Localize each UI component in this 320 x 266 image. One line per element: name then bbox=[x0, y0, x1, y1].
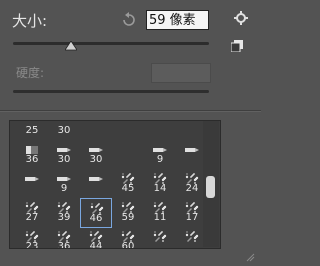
brush-preset-cell[interactable] bbox=[144, 227, 176, 248]
size-input[interactable]: 59 像素 bbox=[146, 10, 209, 30]
brush-size-label: 27 bbox=[25, 212, 39, 223]
brush-tip-icon bbox=[152, 120, 168, 127]
brush-size-label: 39 bbox=[57, 212, 71, 223]
brush-size-label: 14 bbox=[153, 183, 167, 194]
brush-preset-cell[interactable]: 46 bbox=[80, 198, 112, 228]
brush-size-label: 46 bbox=[89, 213, 103, 224]
gear-icon[interactable] bbox=[234, 11, 248, 25]
brush-size-label: 59 bbox=[121, 212, 135, 223]
hardness-label: 硬度: bbox=[16, 66, 45, 80]
brush-size-label: 25 bbox=[25, 125, 39, 136]
brush-tip-icon bbox=[88, 120, 104, 127]
scrollbar-thumb[interactable] bbox=[206, 176, 215, 198]
brush-size-label: 30 bbox=[57, 154, 71, 165]
size-slider-thumb[interactable] bbox=[65, 41, 77, 51]
brush-preset-cell[interactable]: 11 bbox=[144, 198, 176, 228]
brush-tip-icon bbox=[184, 120, 200, 127]
brush-tip-icon bbox=[25, 177, 39, 181]
brush-size-label: 9 bbox=[60, 183, 68, 194]
hardness-input[interactable] bbox=[151, 63, 211, 83]
size-label: 大小: bbox=[12, 12, 48, 30]
brush-preset-grid: 25 30 36 30 30 9 9 45 14 24 27 39 46 59 11 17 23 36 44 60 bbox=[9, 120, 221, 249]
divider-highlight bbox=[0, 111, 261, 112]
brush-preset-cell[interactable]: 44 bbox=[80, 227, 112, 249]
brush-preset-cell[interactable] bbox=[112, 120, 144, 141]
brush-preset-cell[interactable]: 30 bbox=[48, 140, 80, 170]
brush-preset-cell[interactable] bbox=[144, 120, 176, 141]
brush-tip-icon bbox=[185, 231, 199, 242]
brush-preset-cell[interactable]: 9 bbox=[48, 169, 80, 199]
brush-preset-cell[interactable] bbox=[80, 169, 112, 199]
brush-preset-cell[interactable]: 39 bbox=[48, 198, 80, 228]
brush-size-label: 45 bbox=[121, 183, 135, 194]
brush-preset-cell[interactable]: 36 bbox=[16, 140, 48, 170]
brush-preset-cell[interactable]: 25 bbox=[16, 121, 48, 141]
new-preset-icon[interactable] bbox=[231, 40, 243, 52]
brush-preset-cell[interactable]: 45 bbox=[112, 169, 144, 199]
brush-tip-icon bbox=[185, 148, 199, 152]
brush-preset-cell[interactable]: 23 bbox=[16, 227, 48, 249]
brush-size-label: 9 bbox=[156, 154, 164, 165]
brush-preset-cell[interactable]: 30 bbox=[48, 121, 80, 141]
brush-tip-icon bbox=[120, 120, 136, 127]
brush-preset-cell[interactable]: 9 bbox=[144, 140, 176, 170]
brush-size-label: 60 bbox=[121, 241, 135, 249]
brush-size-label: 36 bbox=[57, 241, 71, 249]
brush-preset-cell[interactable]: 14 bbox=[144, 169, 176, 199]
brush-preset-cell[interactable]: 59 bbox=[112, 198, 144, 228]
brush-size-label: 23 bbox=[25, 241, 39, 249]
brush-preset-cell[interactable]: 36 bbox=[48, 227, 80, 249]
brush-preset-cell[interactable]: 60 bbox=[112, 227, 144, 249]
brush-preset-cell[interactable]: 27 bbox=[16, 198, 48, 228]
brush-preset-cell[interactable] bbox=[80, 120, 112, 141]
brush-tip-icon bbox=[120, 144, 136, 156]
brush-tip-icon bbox=[89, 177, 103, 181]
size-slider-track[interactable] bbox=[13, 42, 209, 45]
resize-grip-icon[interactable] bbox=[245, 252, 255, 262]
brush-preset-panel: 大小: 59 像素 硬度: 25 30 36 30 30 9 9 45 14 24 27 39 46 59… bbox=[0, 0, 261, 266]
brush-preset-cell[interactable] bbox=[112, 140, 144, 170]
brush-tip-icon bbox=[153, 231, 167, 242]
brush-size-label: 36 bbox=[25, 154, 39, 165]
brush-size-label: 30 bbox=[57, 125, 71, 136]
brush-preset-cell[interactable] bbox=[16, 169, 48, 199]
hardness-slider-track[interactable] bbox=[13, 90, 209, 93]
reset-icon[interactable] bbox=[121, 12, 137, 28]
brush-preset-cell[interactable]: 30 bbox=[80, 140, 112, 170]
brush-size-label: 11 bbox=[153, 212, 167, 223]
brush-size-label: 44 bbox=[89, 241, 103, 249]
brush-size-label: 30 bbox=[89, 154, 103, 165]
